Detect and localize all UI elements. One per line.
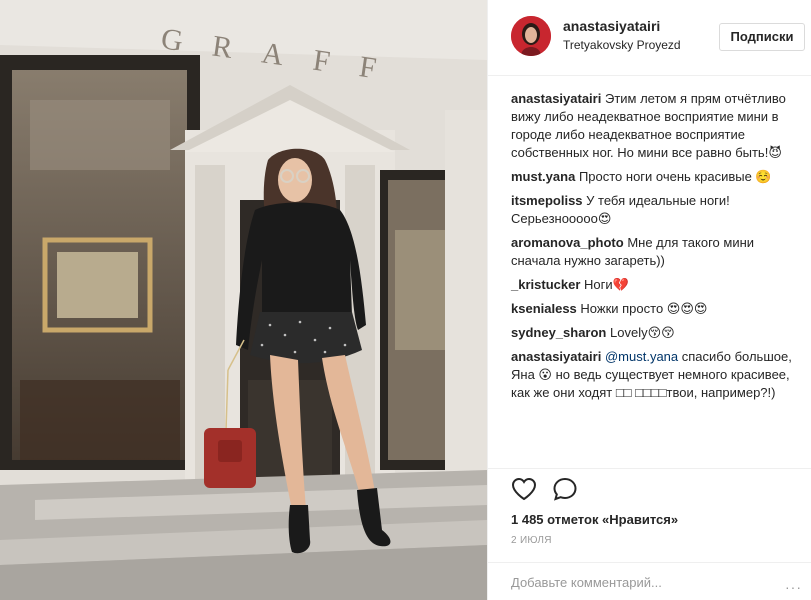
comment-username[interactable]: must.yana	[511, 169, 575, 184]
post-header: anastasiyatairi Tretyakovsky Proyezd Под…	[488, 0, 811, 76]
post-photo[interactable]: GRAFF	[0, 0, 487, 600]
comment-item: _kristucker Ноги💔	[511, 276, 796, 294]
post-date[interactable]: 2 ИЮЛЯ	[511, 535, 552, 546]
comment-item: sydney_sharon Lovely😚😚	[511, 324, 796, 342]
comment-text: Ножки просто 😍😍😍	[580, 301, 708, 316]
comment-username[interactable]: sydney_sharon	[511, 325, 606, 340]
comment-mention[interactable]: @must.yana	[605, 349, 678, 364]
post-location[interactable]: Tretyakovsky Proyezd	[563, 38, 681, 52]
comment-username[interactable]: kseniaIess	[511, 301, 577, 316]
comment-username[interactable]: itsmepoliss	[511, 193, 583, 208]
comment-item: must.yana Просто ноги очень красивые ☺️	[511, 168, 796, 186]
comment-username[interactable]: _kristucker	[511, 277, 580, 292]
post-info-panel: anastasiyatairi Tretyakovsky Proyezd Под…	[487, 0, 811, 600]
comment-item: anastasiyatairi Этим летом я прям отчётл…	[511, 90, 796, 162]
comment-list: anastasiyatairi Этим летом я прям отчётл…	[511, 90, 796, 408]
avatar-image	[511, 16, 551, 56]
speech-bubble-icon[interactable]	[552, 477, 580, 505]
comment-item: anastasiyatairi @must.yana спасибо больш…	[511, 348, 796, 402]
following-button[interactable]: Подписки	[719, 23, 805, 51]
more-options-icon[interactable]: ···	[785, 579, 802, 595]
heart-icon[interactable]	[511, 477, 539, 505]
post-author-username[interactable]: anastasiyatairi	[563, 18, 660, 34]
avatar[interactable]	[511, 16, 551, 56]
comment-text: Lovely😚😚	[610, 325, 675, 340]
post-actions-bar	[488, 468, 811, 501]
comment-item: kseniaIess Ножки просто 😍😍😍	[511, 300, 796, 318]
like-count[interactable]: 1 485 отметок «Нравится»	[511, 512, 678, 527]
comment-username[interactable]: anastasiyatairi	[511, 91, 601, 106]
comment-username[interactable]: aromanova_photo	[511, 235, 624, 250]
comment-item: itsmepoliss У тебя идеальные ноги! Серье…	[511, 192, 796, 228]
comment-text: Ноги💔	[584, 277, 629, 292]
comment-username[interactable]: anastasiyatairi	[511, 349, 601, 364]
add-comment-section: ···	[488, 562, 811, 600]
comment-text: Просто ноги очень красивые ☺️	[578, 169, 772, 184]
post-photo-illustration: GRAFF	[0, 0, 487, 600]
comment-item: aromanova_photo Мне для такого мини снач…	[511, 234, 796, 270]
comment-input[interactable]	[511, 575, 781, 590]
